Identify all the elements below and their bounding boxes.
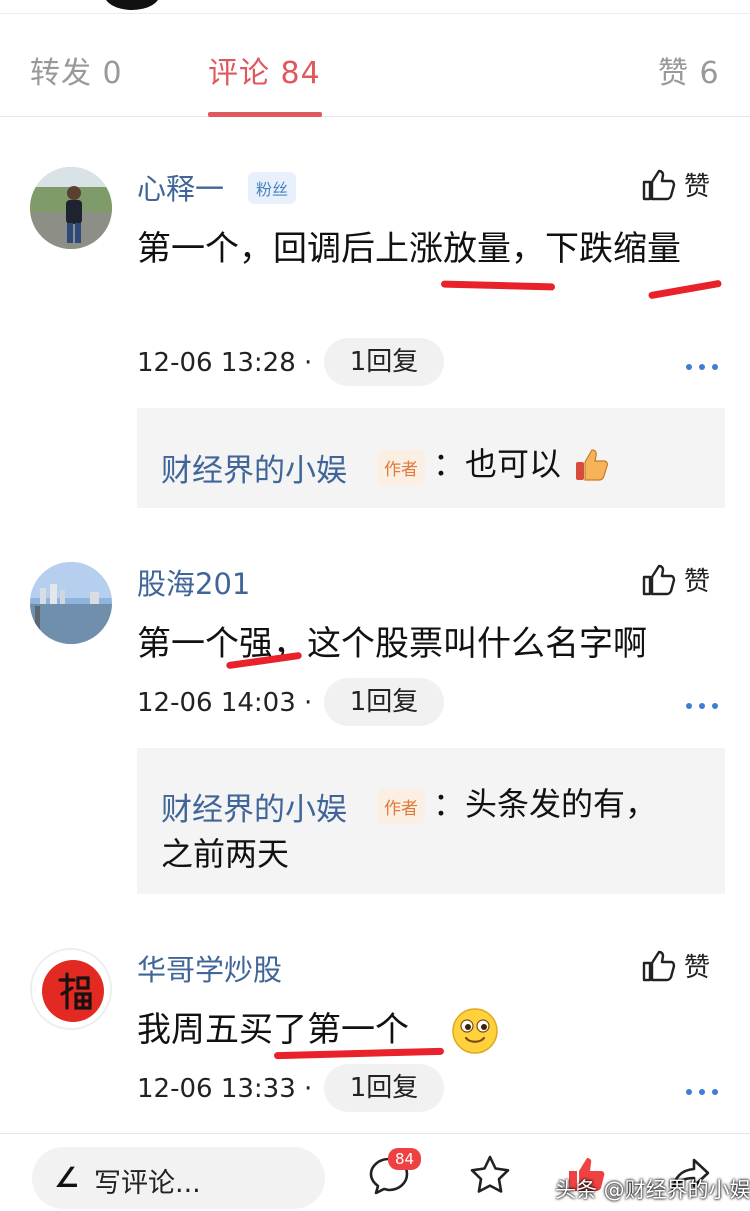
comment-username[interactable]: 股海201 <box>137 561 250 603</box>
author-reply[interactable]: 财经界的小娱 作者 ：头条发的有， 之前两天 <box>137 748 725 894</box>
smiley-emoji <box>452 1008 498 1054</box>
bottom-toolbar: ∠ 写评论... 84 头条 @财经界的小娱 <box>0 1133 750 1211</box>
thumbs-up-icon <box>642 169 676 200</box>
avatar[interactable] <box>30 562 112 644</box>
author-reply[interactable]: 财经界的小娱 作者 ：也可以 <box>137 408 725 508</box>
tab-likes[interactable]: 赞 6 <box>658 48 720 92</box>
like-button[interactable]: 赞 <box>640 166 710 203</box>
fan-badge: 粉丝 <box>248 172 297 204</box>
reply-author[interactable]: 财经界的小娱 <box>161 784 347 829</box>
like-button[interactable]: 赞 <box>640 947 710 984</box>
pen-icon: ∠ <box>54 1161 80 1194</box>
tab-bar: 转发 0 评论 84 赞 6 <box>0 14 750 117</box>
author-badge: 作者 <box>377 450 425 485</box>
reply-count-button[interactable]: 1回复 <box>324 678 444 726</box>
comment-timestamp: 12-06 13:33 · <box>137 1074 313 1104</box>
watermark: 头条 @财经界的小娱 <box>555 1178 750 1202</box>
comment-text: 第一个，回调后上涨放量，下跌缩量 <box>137 229 681 269</box>
highlight-underline <box>440 280 556 291</box>
thumbs-up-emoji <box>576 449 608 481</box>
more-options-icon[interactable] <box>686 1089 718 1095</box>
reply-author[interactable]: 财经界的小娱 <box>161 445 347 490</box>
comment-username[interactable]: 华哥学炒股 <box>137 947 282 989</box>
reply-count-button[interactable]: 1回复 <box>324 1064 444 1112</box>
tab-repost[interactable]: 转发 0 <box>30 48 123 92</box>
tab-comments[interactable]: 评论 84 <box>208 48 321 92</box>
more-options-icon[interactable] <box>686 703 718 709</box>
reply-count-button[interactable]: 1回复 <box>324 338 444 386</box>
like-button[interactable]: 赞 <box>640 561 710 598</box>
comment-count-badge: 84 <box>388 1148 422 1170</box>
comment-timestamp: 12-06 14:03 · <box>137 688 313 718</box>
thumbs-up-icon <box>642 950 676 981</box>
author-badge: 作者 <box>377 789 425 824</box>
like-label: 赞 <box>684 567 711 597</box>
like-label: 赞 <box>684 172 711 202</box>
thumbs-up-icon <box>642 564 676 595</box>
highlight-underline <box>647 279 723 300</box>
comment-timestamp: 12-06 13:28 · <box>137 348 313 378</box>
avatar[interactable] <box>30 167 112 249</box>
comment-username[interactable]: 心释一 <box>137 166 224 208</box>
star-icon[interactable] <box>467 1152 513 1198</box>
top-sliver <box>0 0 750 14</box>
write-comment-placeholder: 写评论... <box>94 1168 201 1199</box>
write-comment-input[interactable]: ∠ 写评论... <box>32 1147 325 1209</box>
avatar[interactable] <box>30 948 112 1030</box>
author-avatar-partial <box>104 0 160 10</box>
reply-text: ：也可以 <box>433 445 562 483</box>
like-label: 赞 <box>684 953 711 983</box>
reply-text: ：头条发的有， <box>433 785 658 823</box>
more-options-icon[interactable] <box>686 364 718 370</box>
reply-text-continued: 之前两天 <box>161 835 290 873</box>
active-tab-indicator <box>208 112 322 117</box>
